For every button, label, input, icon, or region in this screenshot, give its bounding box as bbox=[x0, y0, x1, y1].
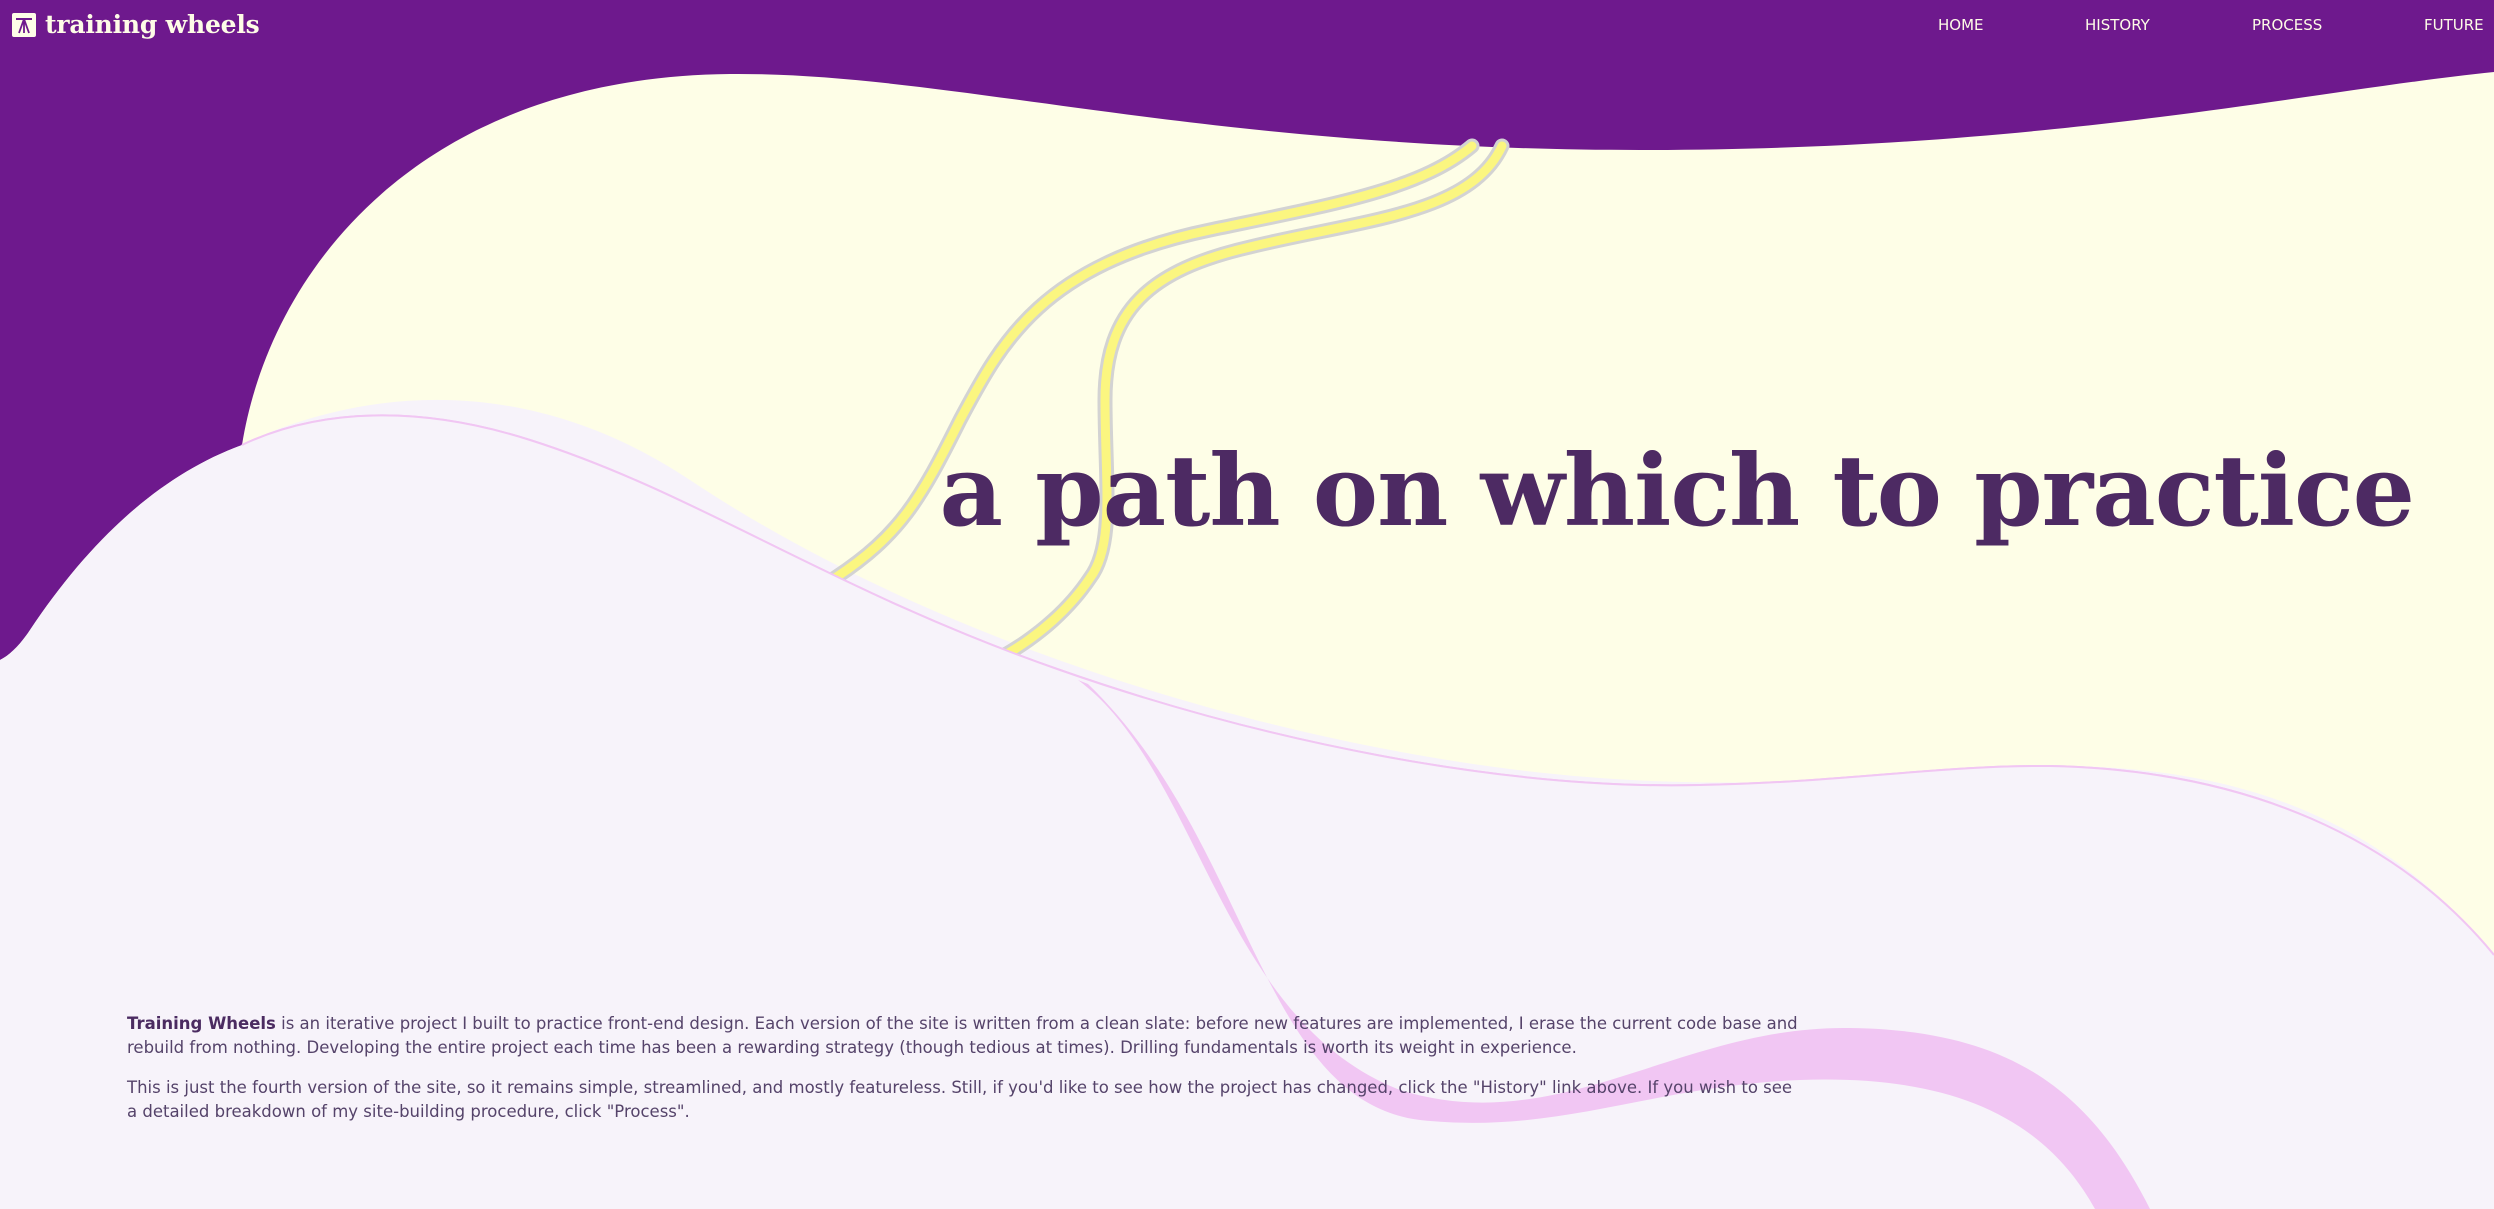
page: training wheels HOME HISTORY PROCESS FUT… bbox=[0, 0, 2494, 1209]
project-name: Training Wheels bbox=[127, 1014, 276, 1033]
nav-history[interactable]: HISTORY bbox=[2085, 14, 2150, 36]
hero-headline: a path on which to practice bbox=[939, 434, 2415, 549]
site-name: training wheels bbox=[45, 10, 260, 39]
intro-paragraph-1: Training Wheels is an iterative project … bbox=[127, 1012, 1807, 1060]
nav-home[interactable]: HOME bbox=[1938, 14, 1984, 36]
nav-future[interactable]: FUTURE bbox=[2424, 14, 2484, 36]
bicycle-path-icon bbox=[12, 13, 36, 37]
intro-paragraph-2: This is just the fourth version of the s… bbox=[127, 1078, 1793, 1121]
intro-paragraph-1-text: is an iterative project I built to pract… bbox=[127, 1014, 1798, 1057]
site-logo-link[interactable]: training wheels bbox=[12, 10, 260, 40]
nav-process[interactable]: PROCESS bbox=[2252, 14, 2322, 36]
intro-section: Training Wheels is an iterative project … bbox=[127, 1012, 1807, 1140]
